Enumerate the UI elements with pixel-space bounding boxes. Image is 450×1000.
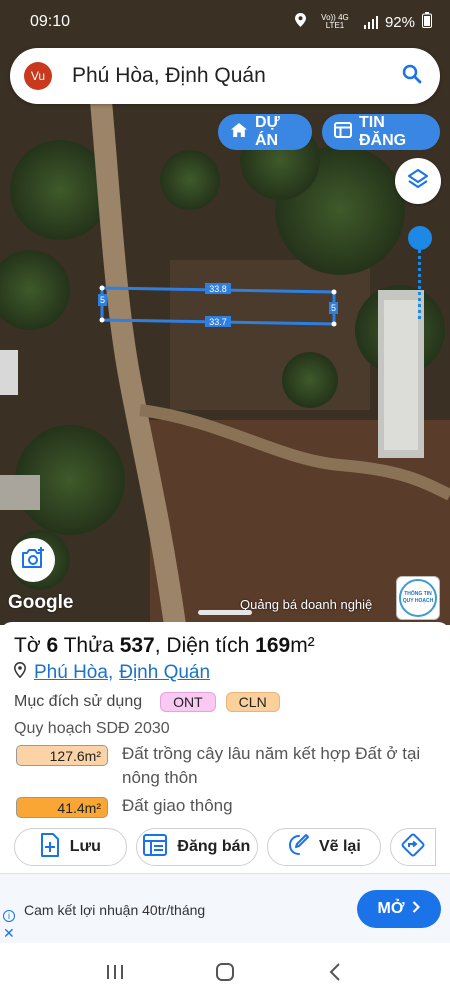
network-label: Vo)) 4G LTE1 <box>321 13 349 30</box>
parcel-length-right: 5 <box>331 303 336 313</box>
planning-label: Quy hoạch SDĐ 2030 <box>14 720 170 737</box>
logo-text-bottom: QUY HOẠCH <box>402 598 434 604</box>
sheet-drag-handle[interactable] <box>198 610 252 615</box>
directions-icon <box>401 833 425 862</box>
post-for-sale-button[interactable]: Đăng bán <box>135 828 259 866</box>
parcel-title: Tờ 6 Thửa 537, Diện tích 169m² <box>14 634 436 658</box>
directions-button[interactable] <box>389 828 436 866</box>
zone-description: Đất giao thông <box>122 796 233 815</box>
listings-button[interactable]: TIN ĐĂNG <box>322 114 440 150</box>
plot-number: 537 <box>119 634 155 657</box>
redraw-icon <box>287 833 309 862</box>
zone-area-chip: 41.4m² <box>16 797 108 818</box>
land-use-purpose-row: Mục đích sử dụng ONT CLN <box>14 692 436 712</box>
map-ad-text[interactable]: Quảng bá doanh nghiệ <box>240 597 372 612</box>
home-nav-icon[interactable] <box>205 952 245 992</box>
parcel-info-sheet: Tờ 6 Thửa 537, Diện tích 169m² Phú Hòa ,… <box>0 622 450 872</box>
battery-icon <box>422 12 432 32</box>
area-unit: m² <box>290 634 315 657</box>
search-icon[interactable] <box>402 64 422 89</box>
add-document-icon <box>40 832 60 862</box>
parcel-length-left: 5 <box>100 295 105 305</box>
battery-level: 92% <box>384 13 415 31</box>
action-buttons: Lưu Đăng bán Vẽ lại <box>14 828 436 866</box>
ad-open-label: MỞ <box>377 900 405 917</box>
ad-info-icon[interactable]: i <box>3 910 15 922</box>
ward-link[interactable]: Phú Hòa <box>34 662 108 684</box>
layers-button[interactable] <box>395 158 441 204</box>
status-bar: 09:10 Vo)) 4G LTE1 92% <box>0 0 450 44</box>
parcel-length-bottom: 33.7 <box>209 317 227 327</box>
zone-row: 127.6m² Đất trồng cây lâu năm kết hợp Đấ… <box>14 744 436 790</box>
land-use-badge-ont[interactable]: ONT <box>160 692 216 712</box>
google-logo: Google <box>8 592 74 613</box>
zone-area-chip: 127.6m² <box>16 745 108 766</box>
status-time: 09:10 <box>30 13 71 30</box>
projects-button[interactable]: DỰ ÁN <box>218 114 312 150</box>
post-for-sale-label: Đăng bán <box>177 838 251 855</box>
listing-icon <box>143 833 168 861</box>
chevron-right-icon <box>412 900 421 918</box>
area-label: , Diện tích <box>154 634 250 657</box>
search-bar[interactable]: Vu Phú Hòa, Định Quán <box>10 48 440 104</box>
back-icon[interactable] <box>315 952 355 992</box>
location-row: Phú Hòa , Định Quán <box>14 662 436 684</box>
satellite-map[interactable]: 33.8 33.7 5 5 09:10 Vo)) 4G LTE1 92% Vu … <box>0 0 450 625</box>
zone-row: 41.4m² Đất giao thông <box>14 796 436 818</box>
redraw-button[interactable]: Vẽ lại <box>267 828 381 866</box>
land-use-label: Mục đích sử dụng <box>14 693 143 710</box>
ad-text: Cam kết lợi nhuận 40tr/tháng <box>24 902 206 918</box>
search-input[interactable]: Phú Hòa, Định Quán <box>72 64 402 88</box>
land-use-badge-cln[interactable]: CLN <box>225 692 280 712</box>
ad-close-icon[interactable]: ✕ <box>3 925 15 942</box>
listings-label: TIN ĐĂNG <box>359 114 407 149</box>
district-link[interactable]: Định Quán <box>119 662 210 684</box>
plot-label: Thửa <box>63 634 114 657</box>
opacity-slider-track[interactable] <box>418 244 421 322</box>
planning-info-logo[interactable]: THÔNG TIN QUY HOẠCH <box>396 576 440 620</box>
listing-icon <box>334 121 352 143</box>
add-photo-icon <box>20 546 46 575</box>
home-icon <box>230 122 248 143</box>
recent-apps-icon[interactable] <box>95 952 135 992</box>
save-button[interactable]: Lưu <box>14 828 127 866</box>
add-photo-button[interactable] <box>11 538 55 582</box>
location-icon <box>294 13 306 31</box>
zone-description: Đất trồng cây lâu năm kết hợp Đất ở tại … <box>122 744 421 787</box>
system-nav-bar <box>0 943 450 1000</box>
avatar[interactable]: Vu <box>24 62 52 90</box>
projects-label: DỰ ÁN <box>255 114 280 149</box>
ad-open-button[interactable]: MỞ <box>357 890 441 928</box>
redraw-label: Vẽ lại <box>318 838 361 855</box>
layers-icon <box>407 168 429 195</box>
area-value: 169 <box>255 634 291 657</box>
signal-icon <box>363 15 378 29</box>
parcel-length-top: 33.8 <box>209 284 227 294</box>
save-label: Lưu <box>69 838 101 855</box>
sheet-label: Tờ <box>14 634 41 657</box>
ad-banner[interactable]: Cam kết lợi nhuận 40tr/tháng i ✕ MỞ <box>0 873 450 943</box>
logo-text-top: THÔNG TIN <box>404 591 432 597</box>
sheet-number: 6 <box>46 634 59 657</box>
location-separator: , <box>107 662 114 683</box>
opacity-slider-handle[interactable] <box>408 226 432 250</box>
location-pin-icon <box>14 662 26 684</box>
